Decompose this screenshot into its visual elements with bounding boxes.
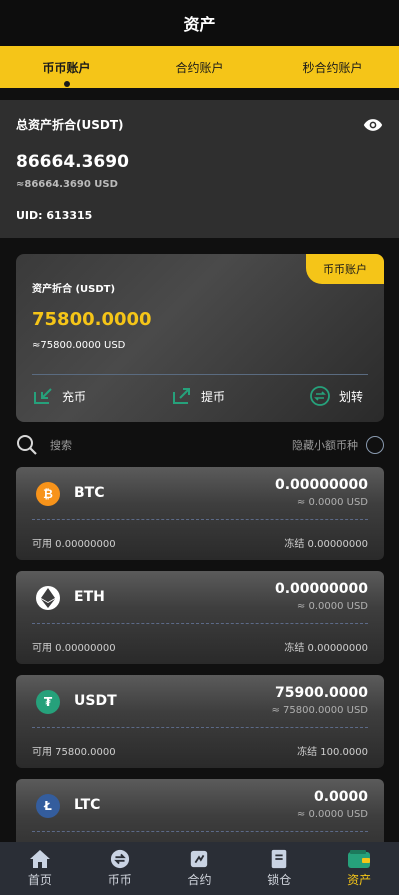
hide-small-balances-toggle[interactable]: 隐藏小额币种 [292, 436, 384, 454]
coin-frozen: 冻结 0.00000000 [284, 643, 368, 654]
withdraw-button[interactable]: 提币 [171, 384, 225, 408]
page-title: 资产 [183, 15, 216, 34]
total-assets-panel: 总资产折合(USDT) 86664.3690 ≈86664.3690 USD U… [0, 100, 399, 238]
withdraw-label: 提币 [201, 389, 226, 404]
eye-icon[interactable] [363, 118, 383, 132]
nav-label: 合约 [187, 873, 212, 887]
hide-small-balances-radio[interactable] [366, 436, 384, 454]
home-icon [29, 850, 50, 868]
nav-assets[interactable]: 资产 [319, 842, 399, 895]
tab-label: 合约账户 [175, 60, 224, 75]
lock-position-icon [272, 849, 287, 869]
account-value-usd: ≈75800.0000 USD [32, 340, 126, 351]
coin-usd: ≈ 0.0000 USD [296, 809, 368, 820]
total-assets-label: 总资产折合(USDT) [16, 118, 124, 132]
coin-card-usdt[interactable]: ₮ USDT 75900.0000 ≈ 75800.0000 USD 可用 75… [16, 675, 384, 768]
litecoin-icon: Ł [36, 794, 60, 818]
user-uid: UID: 613315 [16, 209, 93, 222]
bitcoin-icon: ₿ [36, 482, 60, 506]
coin-divider [32, 727, 368, 728]
nav-label: 首页 [27, 873, 52, 887]
card-divider [32, 374, 368, 375]
coin-usd: ≈ 75800.0000 USD [271, 705, 368, 716]
account-tabs: 币币账户 合约账户 秒合约账户 [0, 46, 399, 88]
coin-frozen: 冻结 100.0000 [297, 747, 368, 758]
nav-contract[interactable]: 合约 [160, 842, 240, 895]
coin-usd: ≈ 0.0000 USD [296, 601, 368, 612]
nav-lock-position[interactable]: 锁仓 [239, 842, 319, 895]
tab-label: 币币账户 [42, 60, 91, 75]
search-row: 搜索 隐藏小额币种 [16, 432, 384, 458]
search-icon[interactable] [16, 434, 38, 456]
coin-divider [32, 519, 368, 520]
coin-amount: 0.00000000 [275, 477, 368, 493]
exchange-icon [110, 849, 129, 869]
contract-icon [191, 850, 208, 868]
nav-label: 锁仓 [267, 873, 292, 887]
coin-amount: 75900.0000 [275, 685, 368, 701]
withdraw-icon [173, 388, 190, 404]
account-value: 75800.0000 [32, 309, 152, 330]
coin-divider [32, 831, 368, 832]
coin-available: 可用 75800.0000 [32, 747, 116, 758]
coin-card-eth[interactable]: ETH 0.00000000 ≈ 0.0000 USD 可用 0.0000000… [16, 571, 384, 664]
coin-symbol: LTC [74, 797, 101, 813]
coin-amount: 0.00000000 [275, 581, 368, 597]
transfer-button[interactable]: 划转 [309, 384, 363, 408]
coin-available: 可用 0.00000000 [32, 539, 116, 550]
transfer-icon [310, 386, 330, 406]
coin-symbol: BTC [74, 485, 105, 501]
transfer-label: 划转 [339, 389, 364, 404]
tab-second-contract-account[interactable]: 秒合约账户 [266, 46, 399, 88]
deposit-icon [34, 388, 52, 404]
ethereum-icon [36, 586, 60, 610]
coin-frozen: 冻结 0.00000000 [284, 539, 368, 550]
deposit-button[interactable]: 充币 [32, 384, 86, 408]
active-tab-indicator [63, 81, 70, 87]
coin-card-btc[interactable]: ₿ BTC 0.00000000 ≈ 0.0000 USD 可用 0.00000… [16, 467, 384, 560]
account-value-label: 资产折合 (USDT) [32, 284, 116, 295]
tab-label: 秒合约账户 [302, 60, 363, 75]
coin-symbol: USDT [74, 693, 117, 709]
tab-spot-account[interactable]: 币币账户 [0, 46, 133, 88]
spot-account-card: 币币账户 资产折合 (USDT) 75800.0000 ≈75800.0000 … [16, 254, 384, 422]
coin-available: 可用 0.00000000 [32, 643, 116, 654]
top-bar: 资产 [0, 0, 399, 46]
tether-icon: ₮ [36, 690, 60, 714]
wallet-icon [348, 850, 371, 868]
coin-amount: 0.0000 [313, 789, 368, 805]
tab-contract-account[interactable]: 合约账户 [133, 46, 266, 88]
hide-small-balances-label: 隐藏小额币种 [292, 439, 358, 452]
nav-label: 币币 [107, 873, 132, 887]
total-assets-usd: ≈86664.3690 USD [16, 179, 118, 190]
nav-exchange[interactable]: 币币 [80, 842, 160, 895]
coin-usd: ≈ 0.0000 USD [296, 497, 368, 508]
search-input[interactable]: 搜索 [50, 437, 72, 453]
bottom-nav: 首页 币币 合约 锁仓 资产 [0, 842, 399, 895]
nav-label: 资产 [347, 873, 372, 887]
coin-symbol: ETH [74, 589, 105, 605]
coin-divider [32, 623, 368, 624]
account-badge: 币币账户 [306, 254, 384, 284]
total-assets-value: 86664.3690 [16, 152, 129, 172]
deposit-label: 充币 [62, 389, 87, 404]
nav-home[interactable]: 首页 [0, 842, 80, 895]
